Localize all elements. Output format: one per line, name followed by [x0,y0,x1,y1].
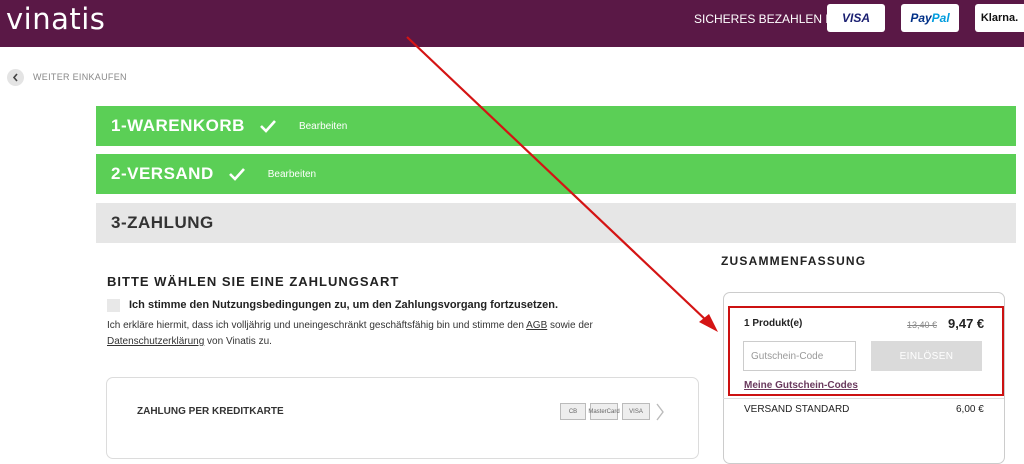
annotation-arrow [406,36,718,332]
